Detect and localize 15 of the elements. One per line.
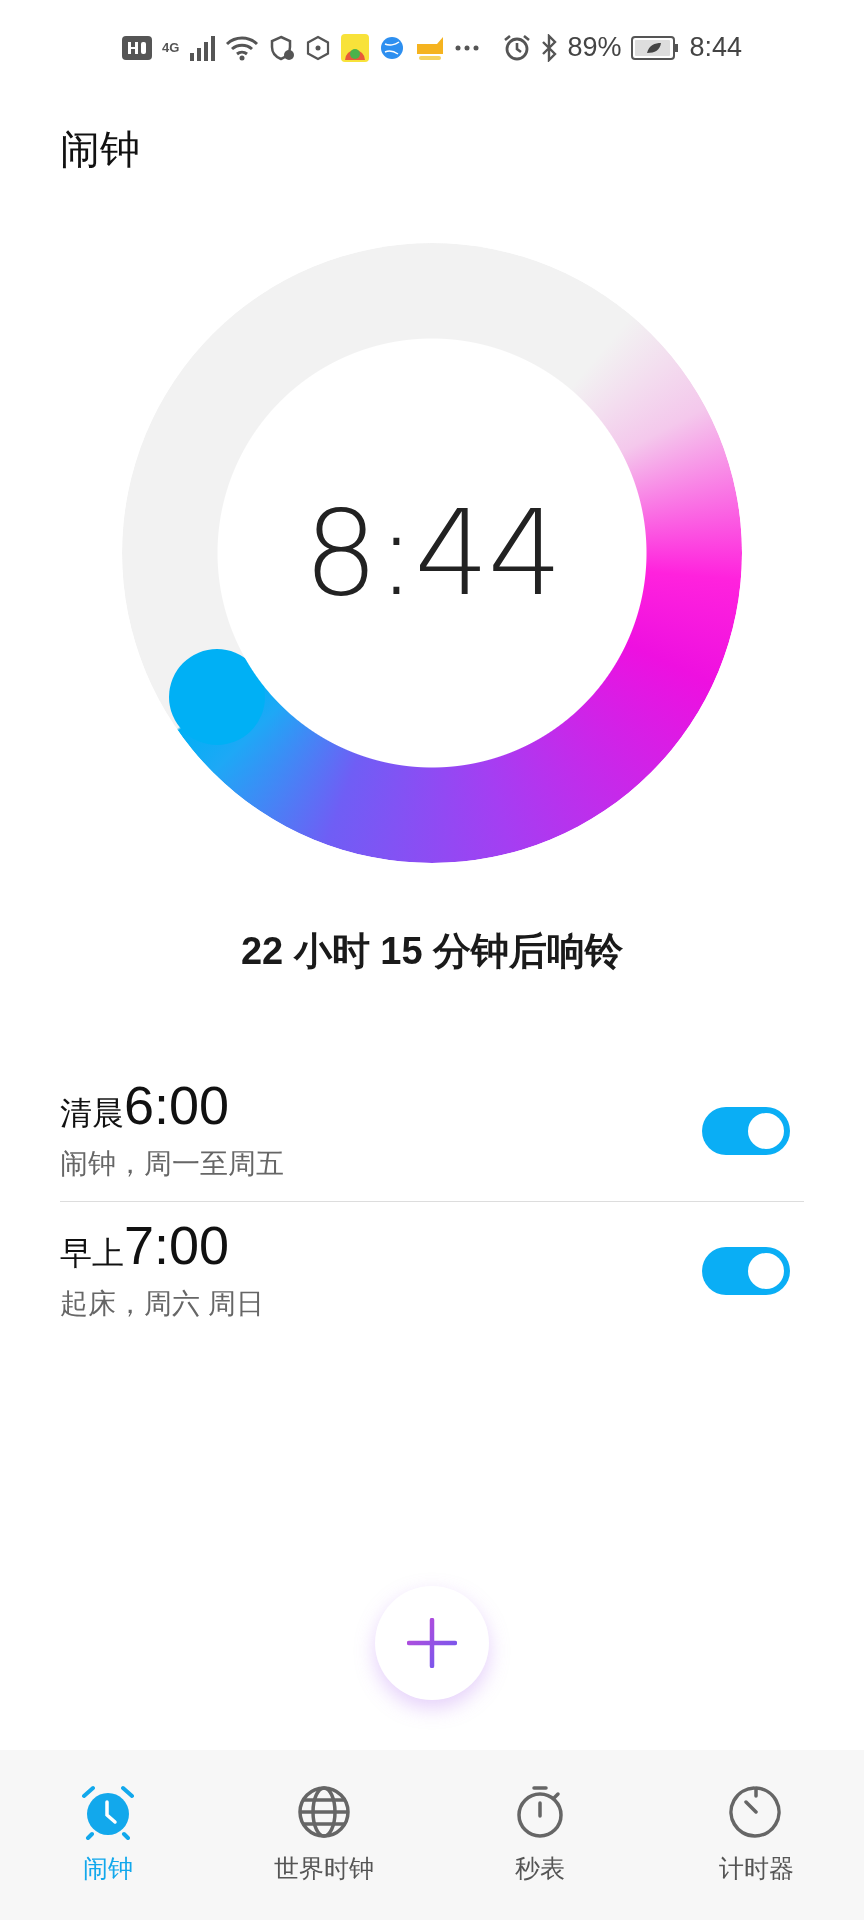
status-time: 8:44 [689, 31, 742, 65]
alarm-period: 早上 [60, 1234, 124, 1273]
page-title: 闹钟 [59, 126, 141, 173]
network-type: 4G [162, 41, 180, 54]
tab[interactable]: 世界时钟 [216, 1750, 432, 1920]
alarm-period: 清晨 [60, 1094, 124, 1133]
battery-percent: 89% [567, 31, 622, 65]
tab[interactable]: 计时器 [648, 1750, 864, 1920]
alarm-time: 6:00 [124, 1076, 230, 1136]
alarm-detail: 起床，周六 周日 [60, 1287, 264, 1321]
alarm-time: 7:00 [124, 1216, 230, 1276]
countdown-text: 22 小时 15 分钟后响铃 [239, 929, 625, 974]
tab[interactable]: 秒表 [432, 1750, 648, 1920]
alarm-detail: 闹钟，周一至周五 [60, 1147, 284, 1181]
clock-time: 8:44 [303, 482, 561, 624]
